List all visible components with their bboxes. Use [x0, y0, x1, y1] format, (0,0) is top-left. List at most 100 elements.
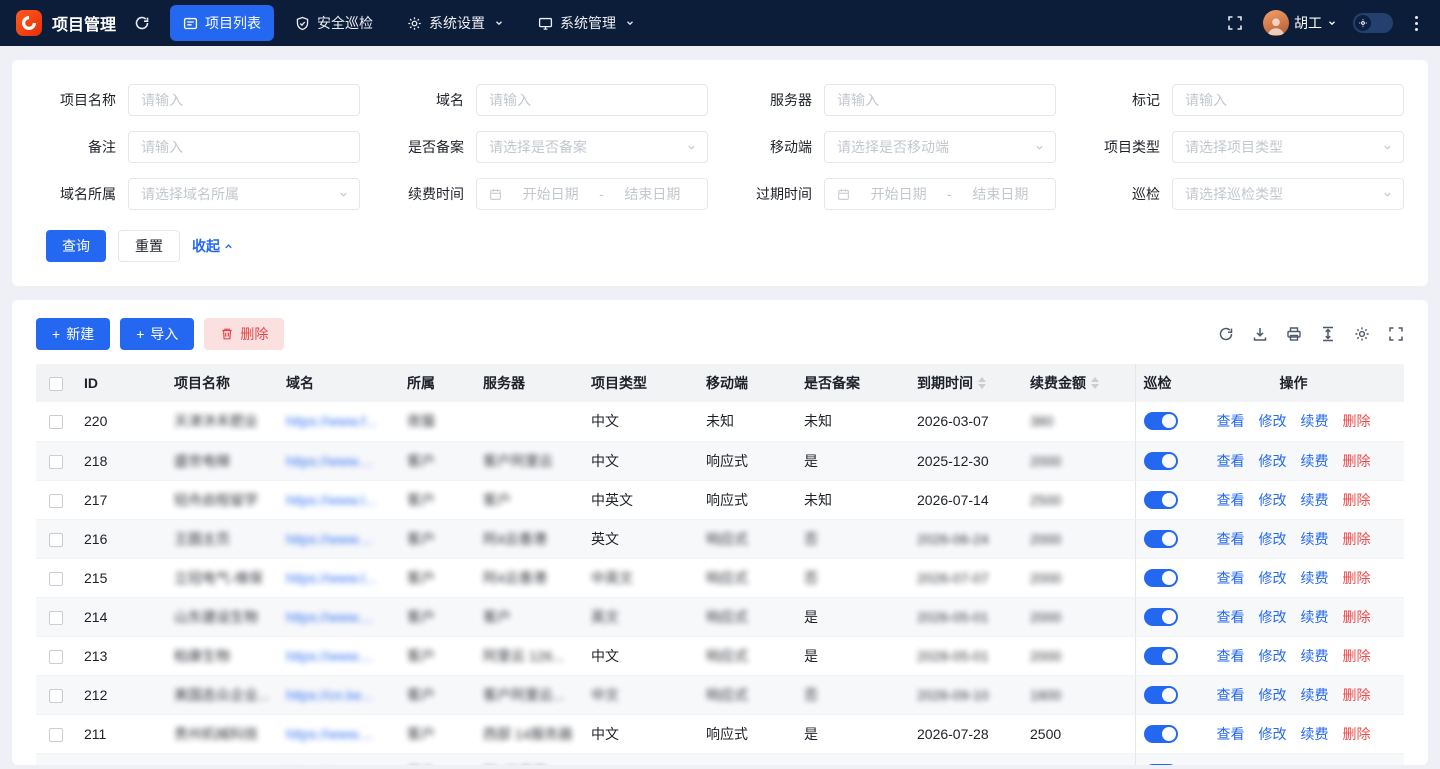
inspect-toggle[interactable]	[1144, 647, 1178, 665]
row-checkbox[interactable]	[49, 494, 63, 508]
action-delete[interactable]: 删除	[1343, 687, 1371, 703]
inspect-toggle[interactable]	[1144, 452, 1178, 470]
action-delete[interactable]: 删除	[1343, 413, 1371, 429]
theme-toggle[interactable]	[1353, 13, 1393, 33]
action-renew[interactable]: 续费	[1301, 648, 1329, 664]
tab-system-settings[interactable]: 系统设置	[394, 5, 517, 41]
table-settings-icon[interactable]	[1354, 326, 1370, 342]
row-checkbox[interactable]	[49, 611, 63, 625]
action-view[interactable]: 查看	[1217, 531, 1245, 547]
table-refresh-icon[interactable]	[1218, 326, 1234, 342]
action-edit[interactable]: 修改	[1259, 492, 1287, 508]
action-renew[interactable]: 续费	[1301, 765, 1329, 766]
action-view[interactable]: 查看	[1217, 609, 1245, 625]
action-delete[interactable]: 删除	[1343, 726, 1371, 742]
row-checkbox[interactable]	[49, 415, 63, 429]
action-view[interactable]: 查看	[1217, 453, 1245, 469]
inspect-toggle[interactable]	[1144, 764, 1178, 766]
row-checkbox[interactable]	[49, 572, 63, 586]
sort-expire-icon[interactable]	[978, 377, 986, 389]
expire-date-range[interactable]: 开始日期 - 结束日期	[824, 178, 1056, 210]
project-type-select[interactable]: 请选择项目类型	[1172, 131, 1404, 163]
action-renew[interactable]: 续费	[1301, 413, 1329, 429]
action-edit[interactable]: 修改	[1259, 570, 1287, 586]
domain-link[interactable]: https://www....	[286, 609, 373, 625]
action-edit[interactable]: 修改	[1259, 687, 1287, 703]
inspect-type-select[interactable]: 请选择巡检类型	[1172, 178, 1404, 210]
beian-select[interactable]: 请选择是否备案	[476, 131, 708, 163]
action-view[interactable]: 查看	[1217, 687, 1245, 703]
action-delete[interactable]: 删除	[1343, 570, 1371, 586]
action-renew[interactable]: 续费	[1301, 726, 1329, 742]
refresh-icon[interactable]	[130, 11, 154, 35]
inspect-toggle[interactable]	[1144, 569, 1178, 587]
action-edit[interactable]: 修改	[1259, 531, 1287, 547]
action-edit[interactable]: 修改	[1259, 765, 1287, 766]
action-delete[interactable]: 删除	[1343, 609, 1371, 625]
row-checkbox[interactable]	[49, 728, 63, 742]
action-edit[interactable]: 修改	[1259, 609, 1287, 625]
remark-input[interactable]	[128, 131, 360, 163]
domain-link[interactable]: https://cn.ke...	[286, 687, 373, 703]
row-checkbox[interactable]	[49, 689, 63, 703]
tag-input[interactable]	[1172, 84, 1404, 116]
action-edit[interactable]: 修改	[1259, 648, 1287, 664]
inspect-toggle[interactable]	[1144, 530, 1178, 548]
row-checkbox[interactable]	[49, 533, 63, 547]
inspect-toggle[interactable]	[1144, 412, 1178, 430]
action-edit[interactable]: 修改	[1259, 726, 1287, 742]
inspect-toggle[interactable]	[1144, 608, 1178, 626]
tab-system-manage[interactable]: 系统管理	[525, 5, 648, 41]
print-icon[interactable]	[1286, 326, 1302, 342]
domain-link[interactable]: https://www....	[286, 648, 373, 664]
domain-link[interactable]: https://www....	[286, 453, 373, 469]
more-menu-icon[interactable]	[1409, 14, 1424, 33]
fullscreen-icon[interactable]	[1223, 11, 1247, 35]
action-edit[interactable]: 修改	[1259, 453, 1287, 469]
tab-security-inspect[interactable]: 安全巡检	[282, 5, 386, 41]
create-button[interactable]: + 新建	[36, 318, 110, 350]
inspect-toggle[interactable]	[1144, 686, 1178, 704]
action-renew[interactable]: 续费	[1301, 609, 1329, 625]
search-button[interactable]: 查询	[46, 230, 106, 262]
action-delete[interactable]: 删除	[1343, 648, 1371, 664]
user-menu[interactable]: 胡工	[1263, 10, 1337, 36]
action-delete[interactable]: 删除	[1343, 765, 1371, 766]
action-delete[interactable]: 删除	[1343, 492, 1371, 508]
domain-link[interactable]: https://www.l...	[286, 570, 376, 586]
action-delete[interactable]: 删除	[1343, 531, 1371, 547]
action-view[interactable]: 查看	[1217, 570, 1245, 586]
row-checkbox[interactable]	[49, 650, 63, 664]
action-edit[interactable]: 修改	[1259, 413, 1287, 429]
action-renew[interactable]: 续费	[1301, 570, 1329, 586]
domain-link[interactable]: https://www....	[286, 726, 373, 742]
domain-link[interactable]: https://www....	[286, 531, 373, 547]
select-all-checkbox[interactable]	[49, 377, 63, 391]
action-renew[interactable]: 续费	[1301, 531, 1329, 547]
tab-project-list[interactable]: 项目列表	[170, 5, 274, 41]
column-height-icon[interactable]	[1320, 326, 1336, 342]
domain-link[interactable]: https://www.l...	[286, 492, 376, 508]
inspect-toggle[interactable]	[1144, 725, 1178, 743]
action-view[interactable]: 查看	[1217, 765, 1245, 766]
domain-link[interactable]: https://www.f...	[286, 413, 377, 429]
action-renew[interactable]: 续费	[1301, 453, 1329, 469]
download-icon[interactable]	[1252, 326, 1268, 342]
action-delete[interactable]: 删除	[1343, 453, 1371, 469]
project-name-input[interactable]	[128, 84, 360, 116]
action-view[interactable]: 查看	[1217, 492, 1245, 508]
server-input[interactable]	[824, 84, 1056, 116]
action-view[interactable]: 查看	[1217, 648, 1245, 664]
domain-owner-select[interactable]: 请选择域名所属	[128, 178, 360, 210]
domain-link[interactable]: https://www....	[286, 765, 373, 766]
sort-fee-icon[interactable]	[1091, 377, 1099, 389]
action-view[interactable]: 查看	[1217, 413, 1245, 429]
action-view[interactable]: 查看	[1217, 726, 1245, 742]
inspect-toggle[interactable]	[1144, 491, 1178, 509]
table-fullscreen-icon[interactable]	[1388, 326, 1404, 342]
delete-button[interactable]: 删除	[204, 318, 284, 350]
action-renew[interactable]: 续费	[1301, 492, 1329, 508]
collapse-link[interactable]: 收起	[192, 236, 234, 256]
row-checkbox[interactable]	[49, 455, 63, 469]
domain-input[interactable]	[476, 84, 708, 116]
